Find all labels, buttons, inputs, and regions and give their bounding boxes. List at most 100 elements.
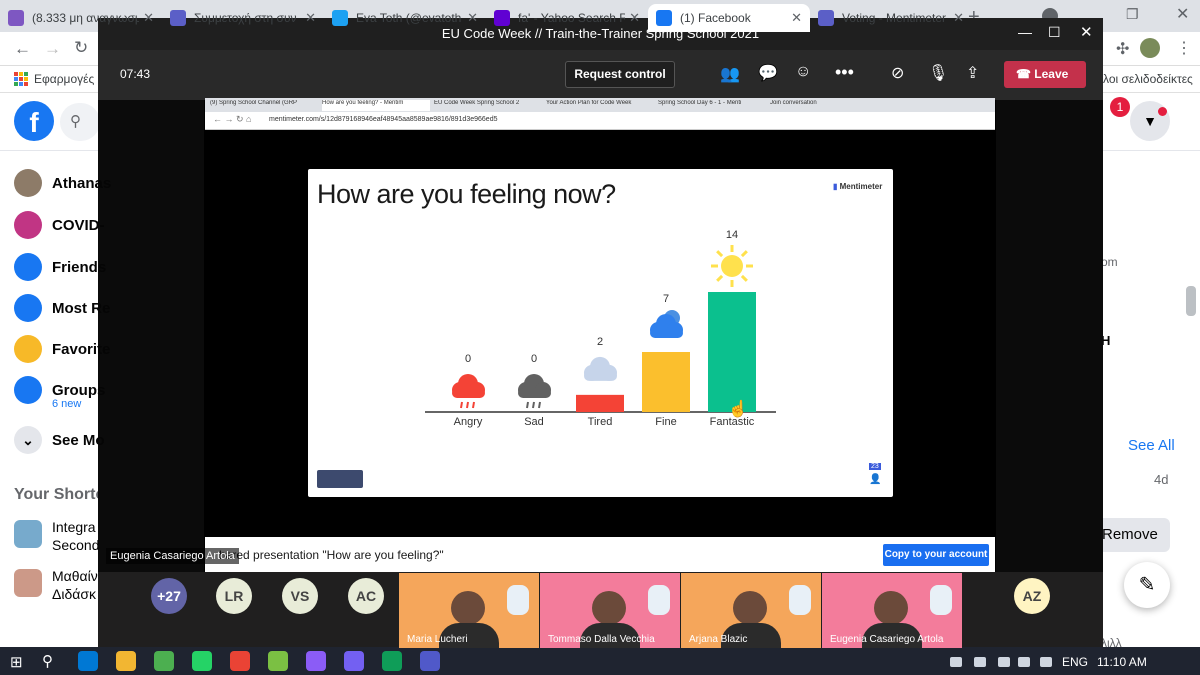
tray-icon[interactable] bbox=[950, 657, 962, 667]
shortcut-line1[interactable]: Μαθαίν bbox=[52, 567, 98, 585]
sun-behind-cloud-icon bbox=[650, 310, 683, 338]
maximize-icon[interactable]: ☐ bbox=[1048, 24, 1061, 41]
results-chart: 0Angry0Sad2Tired7Fine14Fantastic☝ bbox=[425, 229, 776, 428]
back-icon[interactable]: ← bbox=[14, 39, 31, 59]
forward-icon[interactable]: → bbox=[44, 39, 61, 59]
bar-fantastic bbox=[708, 292, 756, 412]
taskbar-app-icon[interactable] bbox=[192, 651, 212, 671]
close-tab-icon[interactable]: ✕ bbox=[467, 10, 478, 26]
taskbar-app-icon[interactable] bbox=[116, 651, 136, 671]
participants-icon[interactable]: 👥 bbox=[720, 64, 740, 84]
taskbar-app-icon[interactable] bbox=[78, 651, 98, 671]
tray-icon[interactable] bbox=[1040, 657, 1052, 667]
camera-off-icon[interactable]: ⊘ bbox=[891, 63, 904, 83]
menu-icon[interactable]: ⋮ bbox=[1176, 38, 1192, 58]
tray-icon[interactable] bbox=[974, 657, 986, 667]
shortcut-thumbnail[interactable] bbox=[14, 520, 42, 548]
category-label: Sad bbox=[524, 416, 544, 428]
language-indicator[interactable]: ENG bbox=[1062, 655, 1088, 669]
leave-button[interactable]: ☎ Leave bbox=[1004, 61, 1086, 88]
facebook-logo[interactable]: f bbox=[14, 101, 54, 141]
taskbar-app-icon[interactable] bbox=[154, 651, 174, 671]
taskbar-app-icon[interactable] bbox=[230, 651, 250, 671]
mic-off-icon[interactable]: 🎙 bbox=[928, 63, 948, 83]
sidebar-item[interactable]: Most Re bbox=[14, 294, 110, 322]
tab-label: Eva Toth (@evatoth bbox=[356, 11, 462, 25]
scrollbar-thumb[interactable] bbox=[1186, 286, 1196, 316]
participant-video[interactable]: Tommaso Dalla Vecchia bbox=[540, 573, 680, 648]
start-icon[interactable]: ⊞ bbox=[10, 653, 23, 671]
chevron-down-icon: ⌄ bbox=[14, 426, 42, 454]
copy-to-account-button[interactable]: Copy to your account bbox=[883, 544, 989, 566]
shared-tab: How are you feeling? - Mentim bbox=[322, 100, 430, 111]
close-icon[interactable]: ✕ bbox=[1080, 23, 1093, 41]
participant-avatar[interactable]: VS bbox=[282, 578, 318, 614]
browser-tab[interactable]: Voting - Mentimeter ✕ bbox=[810, 4, 972, 32]
reactions-icon[interactable]: ☺ bbox=[795, 63, 811, 81]
remove-button[interactable]: Remove bbox=[1092, 518, 1170, 552]
close-tab-icon[interactable]: ✕ bbox=[629, 10, 640, 26]
more-participants-button[interactable]: +27 bbox=[151, 578, 187, 614]
taskbar-app-icon[interactable] bbox=[344, 651, 364, 671]
new-message-button[interactable]: ✎ bbox=[1124, 562, 1170, 608]
chat-icon[interactable]: 💬 bbox=[758, 63, 778, 83]
apps-icon[interactable] bbox=[14, 72, 28, 86]
participant-avatar[interactable]: LR bbox=[216, 578, 252, 614]
search-input[interactable]: ⚲ bbox=[60, 103, 100, 141]
shared-tab: EU Code Week Spring School 2 bbox=[434, 100, 520, 106]
browser-tab[interactable]: Eva Toth (@evatoth ✕ bbox=[324, 4, 486, 32]
clock[interactable]: 11:10 AM bbox=[1097, 655, 1147, 669]
close-tab-icon[interactable]: ✕ bbox=[953, 10, 964, 26]
sidebar-item[interactable]: COVID- bbox=[14, 211, 105, 239]
shortcut-line2: Second bbox=[52, 537, 100, 553]
shortcut-thumbnail[interactable] bbox=[14, 569, 42, 597]
profile-avatar[interactable] bbox=[1140, 38, 1160, 58]
request-control-button[interactable]: Request control bbox=[565, 61, 675, 88]
tab-label: (8.333 μη αναγνωσμέ bbox=[32, 11, 140, 25]
slide-nav-button[interactable] bbox=[317, 470, 363, 488]
close-tab-icon[interactable]: ✕ bbox=[305, 10, 316, 26]
close-tab-icon[interactable]: ✕ bbox=[791, 10, 802, 26]
close-tab-icon[interactable]: ✕ bbox=[143, 10, 154, 26]
tray-icon[interactable] bbox=[998, 657, 1010, 667]
taskbar-app-icon[interactable] bbox=[420, 651, 440, 671]
reload-icon[interactable]: ↻ bbox=[74, 38, 88, 58]
participant-video[interactable]: Arjana Blazic bbox=[681, 573, 821, 648]
participant-video[interactable]: Maria Lucheri bbox=[399, 573, 539, 648]
mascot bbox=[648, 585, 670, 615]
extensions-icon[interactable]: ✣ bbox=[1116, 39, 1129, 59]
taskbar-app-icon[interactable] bbox=[306, 651, 326, 671]
participant-video[interactable]: Eugenia Casariego Artola bbox=[822, 573, 962, 648]
participant-avatar[interactable]: AZ bbox=[1014, 578, 1050, 614]
compose-icon: ✎ bbox=[1138, 574, 1156, 596]
cloud-icon bbox=[584, 356, 617, 381]
see-all-link[interactable]: See All bbox=[1128, 437, 1175, 454]
share-tray-icon[interactable]: ⇪ bbox=[966, 63, 979, 83]
sidebar-item[interactable]: Favorite bbox=[14, 335, 110, 363]
minimize-icon[interactable]: — bbox=[1018, 24, 1032, 40]
taskbar-app-icon[interactable] bbox=[268, 651, 288, 671]
browser-tab[interactable]: Συμμετοχή στη συν ✕ bbox=[162, 4, 324, 32]
search-taskbar-icon[interactable]: ⚲ bbox=[42, 652, 53, 670]
person-icon: 👤 bbox=[869, 474, 882, 485]
sidebar-item[interactable]: ⌄ See Mo bbox=[14, 426, 105, 454]
tab-label: (1) Facebook bbox=[680, 11, 751, 25]
tab-label: Συμμετοχή στη συν bbox=[194, 11, 297, 25]
browser-tab[interactable]: fa' - Yahoo Search R ✕ bbox=[486, 4, 648, 32]
category-label: Tired bbox=[588, 416, 613, 428]
phone-icon: ☎ bbox=[1016, 67, 1035, 81]
restore-icon[interactable]: ❐ bbox=[1126, 6, 1139, 23]
taskbar-app-icon[interactable] bbox=[382, 651, 402, 671]
sidebar-item[interactable]: Athanas bbox=[14, 169, 111, 197]
other-bookmarks[interactable]: λοι σελιδοδείκτες bbox=[1103, 72, 1193, 86]
sidebar-item[interactable]: Friends bbox=[14, 253, 106, 281]
more-actions-icon[interactable]: ••• bbox=[835, 62, 854, 83]
bookmark-apps[interactable]: Εφαρμογές bbox=[34, 72, 94, 86]
browser-tab[interactable]: (1) Facebook ✕ bbox=[648, 4, 810, 32]
shortcut-line1[interactable]: Integra bbox=[52, 518, 96, 536]
close-window-icon[interactable]: ✕ bbox=[1176, 4, 1189, 24]
tray-icon[interactable] bbox=[1018, 657, 1030, 667]
participant-avatar[interactable]: AC bbox=[348, 578, 384, 614]
browser-tab[interactable]: (8.333 μη αναγνωσμέ ✕ bbox=[0, 4, 162, 32]
storm-cloud-icon bbox=[452, 374, 485, 409]
